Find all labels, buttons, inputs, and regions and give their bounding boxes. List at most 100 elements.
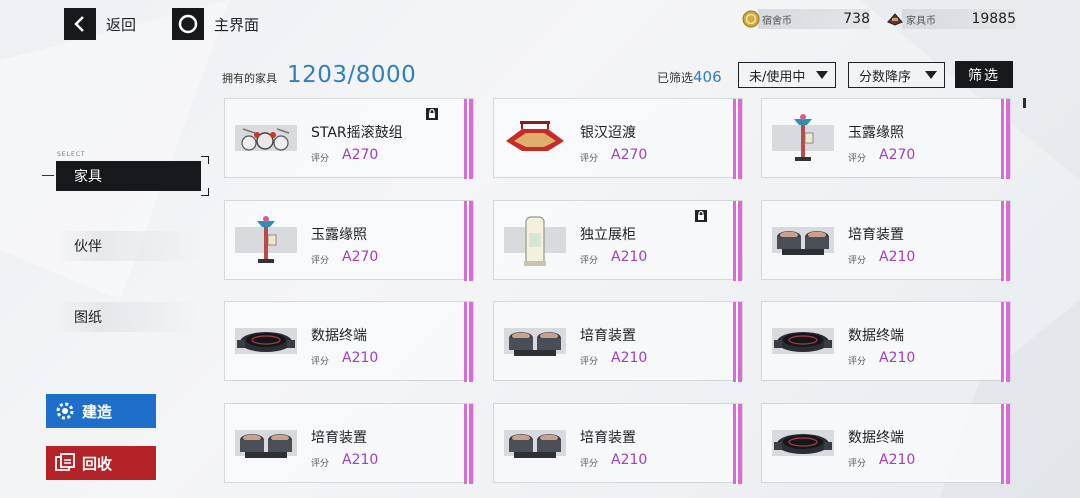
lock-icon <box>695 210 707 222</box>
furniture-thumbnail <box>772 213 834 269</box>
rarity-stripe <box>1001 201 1010 281</box>
furniture-score: A210 <box>611 452 648 468</box>
furniture-thumbnail <box>235 213 297 269</box>
furniture-thumbnail <box>504 416 566 472</box>
furniture-name: 玉露缘照 <box>848 125 904 141</box>
score-label: 评分 <box>311 154 330 164</box>
furniture-name: 银汉迢渡 <box>580 125 636 141</box>
furniture-name: STAR摇滚鼓组 <box>311 125 403 141</box>
build-button[interactable]: 建造 <box>46 394 156 428</box>
furniture-card[interactable]: STAR摇滚鼓组评分 A270 <box>224 98 474 179</box>
rarity-stripe <box>733 99 742 179</box>
score-label: 评分 <box>848 154 867 164</box>
recycle-button[interactable]: 回收 <box>46 446 156 480</box>
rarity-stripe <box>1001 302 1010 382</box>
chevron-left-icon <box>64 8 96 40</box>
score-label: 评分 <box>848 459 867 469</box>
score-label: 评分 <box>580 459 599 469</box>
furniture-card[interactable]: 培育装置评分 A210 <box>224 403 474 484</box>
dorm-coin-value: 738 <box>843 11 870 27</box>
furniture-card[interactable]: 数据终端 评分 A210 <box>761 301 1011 382</box>
score-label: 评分 <box>580 357 599 367</box>
furniture-score: A210 <box>611 249 648 265</box>
rarity-stripe <box>1001 404 1010 484</box>
score-label: 评分 <box>311 357 330 367</box>
furniture-name: 数据终端 <box>848 328 904 344</box>
rarity-stripe <box>733 201 742 281</box>
furniture-score: A270 <box>342 249 379 265</box>
top-nav: 返回 主界面 <box>64 8 295 40</box>
usage-dropdown-value: 未/使用中 <box>749 69 806 85</box>
furniture-score: A210 <box>879 452 916 468</box>
home-button[interactable]: 主界面 <box>172 8 259 40</box>
dorm-coin-icon <box>742 10 760 28</box>
furniture-name: 培育装置 <box>848 227 904 243</box>
furniture-name: 玉露缘照 <box>311 227 367 243</box>
score-label: 评分 <box>580 154 599 164</box>
furniture-card[interactable]: 培育装置 评分 A210 <box>493 301 743 382</box>
score-label: 评分 <box>311 256 330 266</box>
furniture-score: A210 <box>879 249 916 265</box>
furniture-card[interactable]: 数据终端 评分 A210 <box>224 301 474 382</box>
score-label: 评分 <box>580 256 599 266</box>
home-label: 主界面 <box>214 15 260 34</box>
dorm-coin-display: 宿舍币 738 <box>742 8 870 30</box>
rarity-stripe <box>464 201 473 281</box>
furniture-score: A270 <box>879 147 916 163</box>
furniture-thumbnail <box>504 213 566 269</box>
furniture-coin-value: 19885 <box>971 11 1016 27</box>
rarity-stripe <box>1001 99 1010 179</box>
lock-icon <box>426 108 438 120</box>
rarity-stripe <box>464 404 473 484</box>
sort-dropdown-value: 分数降序 <box>859 69 912 85</box>
furniture-score: A270 <box>342 147 379 163</box>
rarity-stripe <box>464 99 473 179</box>
furniture-coin-icon <box>887 13 903 26</box>
owned-value: 1203/8000 <box>287 62 417 88</box>
recycle-icon <box>55 453 75 471</box>
furniture-score: A210 <box>879 350 916 366</box>
sidebar-item-furniture[interactable]: 家具 <box>56 161 201 191</box>
furniture-thumbnail <box>504 111 566 167</box>
score-label: 评分 <box>848 256 867 266</box>
filtered-count: 已筛选 406 <box>657 68 722 86</box>
selection-bracket <box>201 156 209 164</box>
furniture-card[interactable]: 玉露缘照评分 A270 <box>761 98 1011 179</box>
furniture-card[interactable]: 玉露缘照评分 A270 <box>224 200 474 281</box>
rarity-stripe <box>464 302 473 382</box>
furniture-score: A210 <box>611 350 648 366</box>
furniture-name: 数据终端 <box>848 430 904 446</box>
filter-button[interactable]: 筛选 <box>955 61 1013 88</box>
furniture-card[interactable]: 培育装置评分 A210 <box>761 200 1011 281</box>
furniture-card[interactable]: 数据终端评分 A210 <box>761 403 1011 484</box>
furniture-thumbnail <box>772 416 834 472</box>
furniture-card[interactable]: 银汉迢渡评分 A270 <box>493 98 743 179</box>
furniture-thumbnail <box>504 314 566 370</box>
rarity-stripe <box>733 302 742 382</box>
rarity-stripe <box>733 404 742 484</box>
furniture-score: A210 <box>342 452 379 468</box>
furniture-card[interactable]: 独立展柜评分 A210 <box>493 200 743 281</box>
sort-dropdown[interactable]: 分数降序 <box>848 62 945 88</box>
furniture-thumbnail <box>235 416 297 472</box>
furniture-thumbnail <box>772 111 834 167</box>
scrollbar[interactable] <box>1023 98 1026 108</box>
score-label: 评分 <box>311 459 330 469</box>
furniture-card[interactable]: 培育装置 评分 A210 <box>493 403 743 484</box>
dropdown-arrow-icon <box>925 71 937 79</box>
owned-label: 拥有的家具 <box>222 72 277 85</box>
sidebar-item-blueprints[interactable]: 图纸 <box>56 302 201 332</box>
furniture-grid: STAR摇滚鼓组 评分 A270 银汉迢渡 评分 A270 玉露缘照 评分 A270 玉露缘照 评分… <box>224 98 1014 498</box>
back-label: 返回 <box>106 15 137 34</box>
selector-arrow <box>42 175 54 176</box>
usage-dropdown[interactable]: 未/使用中 <box>738 62 836 88</box>
back-button[interactable]: 返回 <box>64 8 136 40</box>
furniture-thumbnail <box>772 314 834 370</box>
home-circle-icon <box>172 8 205 40</box>
furniture-score: A270 <box>611 147 648 163</box>
sidebar-item-partners[interactable]: 伙伴 <box>56 231 201 261</box>
select-tag: SELECT <box>57 151 86 158</box>
furniture-name: 独立展柜 <box>580 227 636 243</box>
filtered-label: 已筛选 <box>657 71 694 85</box>
furniture-name: 培育装置 <box>311 430 367 446</box>
